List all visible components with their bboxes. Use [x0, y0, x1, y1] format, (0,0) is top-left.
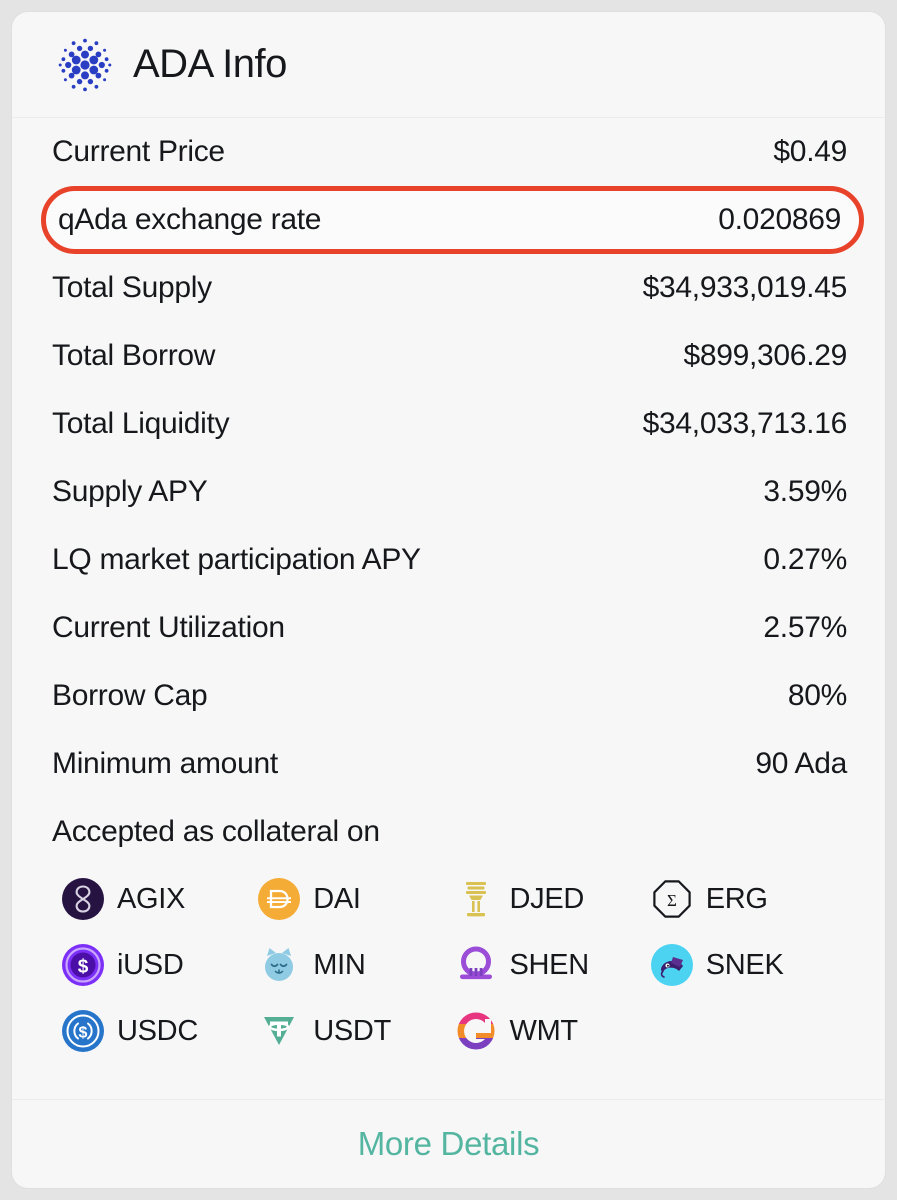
stat-label: LQ market participation APY — [52, 543, 421, 576]
stat-row-borrow-cap: Borrow Cap 80% — [52, 662, 847, 730]
stat-row-minimum-amount: Minimum amount 90 Ada — [52, 730, 847, 798]
collateral-token-usdc[interactable]: $ USDC — [62, 998, 258, 1064]
stat-value: 0.27% — [763, 543, 847, 576]
stats-list: Current Price $0.49 qAda exchange rate 0… — [12, 118, 885, 1099]
iusd-token-icon: $ — [62, 944, 104, 986]
collateral-token-label: iUSD — [117, 948, 184, 981]
stat-value: 90 Ada — [755, 747, 847, 780]
collateral-token-min[interactable]: MIN — [258, 932, 454, 998]
collateral-token-snek[interactable]: SNEK — [650, 932, 847, 998]
svg-text:$: $ — [78, 957, 89, 978]
collateral-token-label: AGIX — [117, 882, 186, 915]
collateral-section-title: Accepted as collateral on — [52, 815, 380, 848]
stat-value: 3.59% — [763, 475, 847, 508]
stat-value: 2.57% — [763, 611, 847, 644]
stat-label: qAda exchange rate — [58, 203, 322, 236]
collateral-token-iusd[interactable]: $ iUSD — [62, 932, 258, 998]
collateral-token-label: USDC — [117, 1014, 198, 1047]
svg-text:Σ: Σ — [667, 891, 677, 910]
stat-row-total-supply: Total Supply $34,933,019.45 — [52, 254, 847, 322]
stat-label: Total Supply — [52, 271, 212, 304]
card-footer: More Details — [12, 1099, 885, 1188]
stat-label: Supply APY — [52, 475, 208, 508]
collateral-token-erg[interactable]: Σ ERG — [651, 866, 847, 932]
stat-label: Total Borrow — [52, 339, 216, 372]
more-details-link[interactable]: More Details — [358, 1125, 540, 1163]
stat-label: Current Utilization — [52, 611, 285, 644]
stat-row-supply-apy: Supply APY 3.59% — [52, 458, 847, 526]
collateral-token-wmt[interactable]: WMT — [455, 998, 651, 1064]
stat-label: Minimum amount — [52, 747, 278, 780]
stat-row-current-utilization: Current Utilization 2.57% — [52, 594, 847, 662]
stat-value: 80% — [787, 679, 847, 712]
agix-token-icon — [62, 878, 104, 920]
cardano-logo-icon — [54, 34, 116, 96]
usdt-token-icon — [264, 1017, 295, 1045]
collateral-token-label: SHEN — [509, 948, 590, 981]
stat-label: Borrow Cap — [52, 679, 208, 712]
stat-label: Total Liquidity — [52, 407, 230, 440]
ada-info-card: ADA Info Current Price $0.49 qAda exchan… — [12, 12, 885, 1188]
erg-token-icon: Σ — [653, 880, 691, 918]
collateral-token-djed[interactable]: DJED — [455, 866, 651, 932]
wmt-token-icon — [456, 1011, 495, 1051]
stat-row-total-liquidity: Total Liquidity $34,033,713.16 — [52, 390, 847, 458]
collateral-token-label: SNEK — [705, 948, 784, 981]
collateral-token-shen[interactable]: SHEN — [455, 932, 651, 998]
page-title: ADA Info — [133, 42, 287, 86]
collateral-token-label: DAI — [313, 882, 361, 915]
stat-value: $899,306.29 — [683, 339, 847, 372]
stat-value: $0.49 — [773, 135, 847, 168]
stat-row-current-price: Current Price $0.49 — [52, 118, 847, 186]
shen-token-icon — [459, 946, 492, 980]
stat-row-lq-market-participation-apy: LQ market participation APY 0.27% — [52, 526, 847, 594]
collateral-token-label: WMT — [509, 1014, 579, 1047]
usdc-token-icon: $ — [62, 1010, 104, 1052]
stat-value: $34,933,019.45 — [642, 271, 848, 304]
min-token-icon — [265, 948, 294, 981]
collateral-token-label: USDT — [313, 1014, 391, 1047]
card-header: ADA Info — [12, 12, 885, 118]
snek-token-icon — [650, 944, 693, 986]
stat-label: Current Price — [52, 135, 225, 168]
djed-token-icon — [465, 882, 486, 917]
collateral-token-grid: AGIX DAI DJED Σ ERG $ iUSD MIN SHEN SNEK… — [52, 866, 847, 1064]
collateral-token-dai[interactable]: DAI — [258, 866, 454, 932]
stat-value: $34,033,713.16 — [642, 407, 848, 440]
stat-row-total-borrow: Total Borrow $899,306.29 — [52, 322, 847, 390]
stat-value: 0.020869 — [718, 203, 841, 236]
collateral-token-label: DJED — [509, 882, 585, 915]
collateral-token-label: ERG — [705, 882, 768, 915]
collateral-token-label: MIN — [313, 948, 366, 981]
collateral-token-agix[interactable]: AGIX — [62, 866, 258, 932]
svg-text:$: $ — [79, 1025, 88, 1042]
dai-token-icon — [258, 878, 301, 920]
stat-row-qada-exchange-rate: qAda exchange rate 0.020869 — [41, 186, 864, 254]
collateral-token-usdt[interactable]: USDT — [258, 998, 454, 1064]
